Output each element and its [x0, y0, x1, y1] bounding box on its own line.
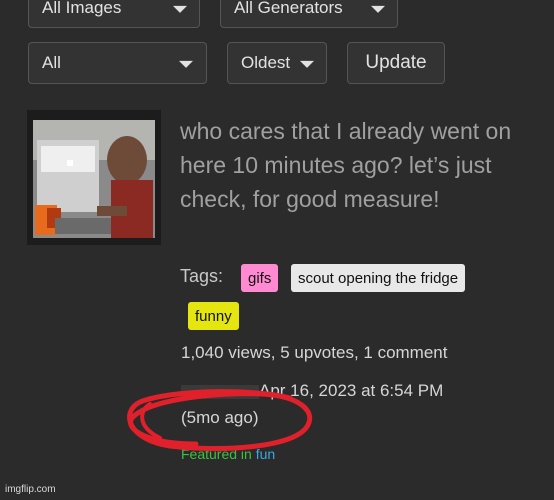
featured-in-label: Featured in [181, 446, 252, 462]
tag-funny[interactable]: funny [188, 302, 239, 330]
featured-in: Featured in fun [181, 446, 275, 462]
post-relative-time: (5mo ago) [181, 408, 259, 427]
chevron-down-icon [179, 60, 193, 68]
update-button[interactable]: Update [347, 42, 445, 84]
imgflip-watermark: imgflip.com [5, 484, 56, 495]
chevron-down-icon [371, 5, 385, 13]
tags-label: Tags: [180, 266, 224, 286]
image-type-select-label: All Images [42, 0, 122, 17]
tag-scout-opening-the-fridge[interactable]: scout opening the fridge [291, 264, 466, 292]
gif-thumbnail-image [27, 110, 161, 245]
generator-select[interactable]: All Generators [220, 0, 398, 28]
post-stats: 1,040 views, 5 upvotes, 1 comment [181, 343, 448, 362]
sort-select[interactable]: Oldest [227, 42, 327, 84]
post-thumbnail[interactable] [27, 110, 161, 245]
generator-select-label: All Generators [234, 0, 343, 17]
featured-stream-link[interactable]: fun [256, 446, 275, 462]
category-select-label: All [42, 53, 61, 72]
sort-select-label: Oldest [241, 53, 291, 72]
post-date-scribble-prefix [181, 384, 259, 399]
post-title[interactable]: who cares that I already went on here 10… [180, 114, 520, 216]
post-date-text: Apr 16, 2023 at 6:54 PM [259, 381, 444, 400]
tag-gifs[interactable]: gifs [241, 264, 279, 292]
category-select[interactable]: All [28, 42, 207, 84]
post-date: Apr 16, 2023 at 6:54 PM [181, 381, 443, 401]
image-type-select[interactable]: All Images [28, 0, 200, 28]
chevron-down-icon [173, 5, 187, 13]
chevron-down-icon [300, 60, 314, 68]
